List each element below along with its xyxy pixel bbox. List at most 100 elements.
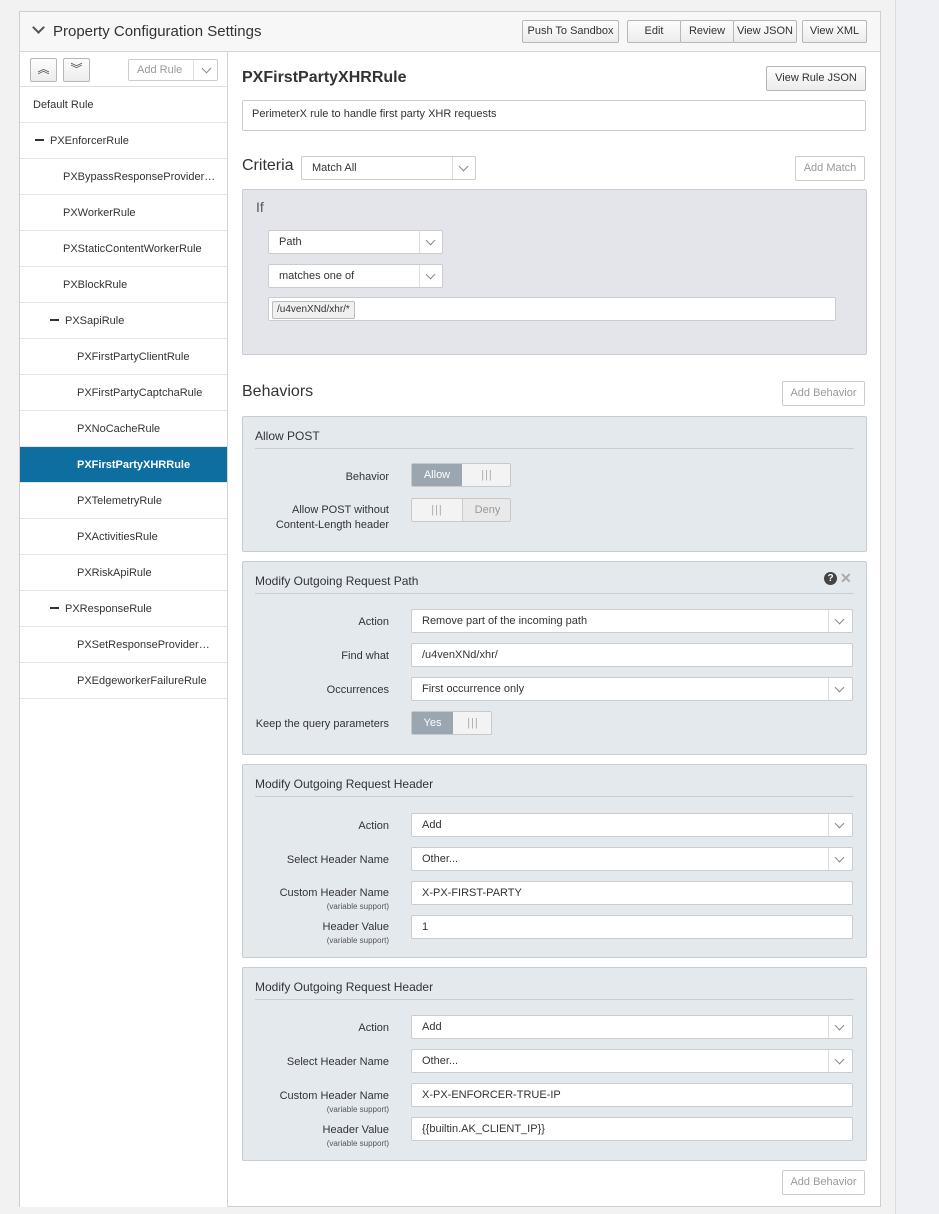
header-value-input-2[interactable]: {{builtin.AK_CLIENT_IP}}	[411, 1117, 853, 1141]
collapse-minus-icon[interactable]	[35, 139, 44, 142]
collapse-all-button[interactable]: ︽	[30, 58, 57, 82]
add-rule-dropdown[interactable]: Add Rule	[128, 59, 218, 81]
allow-post-without-cl-label: Allow POST without Content-Length header	[276, 503, 389, 533]
path-action-select[interactable]: Remove part of the incoming path	[411, 609, 853, 633]
header-name-value-1: Other...	[422, 853, 459, 865]
find-what-input[interactable]: /u4venXNd/xhr/	[411, 643, 853, 667]
double-chevron-down-icon: ︾	[70, 62, 83, 76]
behaviors-heading: Behaviors	[242, 383, 314, 400]
match-mode-select[interactable]: Match All	[301, 156, 476, 180]
header-name-select-2[interactable]: Other...	[411, 1049, 853, 1073]
allow-post-without-cl-toggle[interactable]: ||| Deny	[411, 498, 511, 522]
property-config-panel: Property Configuration Settings Push To …	[19, 11, 881, 1207]
double-chevron-up-icon: ︽	[37, 62, 50, 76]
allow-post-without-cl-line1: Allow POST without	[291, 504, 389, 516]
header-action-value-2: Add	[422, 1021, 442, 1033]
push-to-sandbox-button[interactable]: Push To Sandbox	[522, 20, 619, 43]
occurrences-label: Occurrences	[326, 684, 389, 696]
header-action-label: Action	[358, 820, 389, 832]
sidebar-rule-item[interactable]: Default Rule	[20, 87, 227, 123]
header-name-value-2: Other...	[422, 1055, 459, 1067]
expand-all-button[interactable]: ︾	[63, 58, 90, 82]
allow-post-toggle[interactable]: Allow |||	[411, 463, 511, 487]
variable-support-note: (variable support)	[326, 936, 389, 945]
add-match-button[interactable]: Add Match	[795, 156, 865, 181]
sidebar-rule-label: PXNoCacheRule	[77, 423, 161, 435]
header-action-label: Action	[358, 1022, 389, 1034]
custom-header-name-input-2[interactable]: X-PX-ENFORCER-TRUE-IP	[411, 1083, 853, 1107]
chevron-down-icon[interactable]	[32, 21, 45, 34]
header-name-select-1[interactable]: Other...	[411, 847, 853, 871]
sidebar-rule-item[interactable]: PXFirstPartyClientRule	[20, 339, 227, 375]
allow-post-title: Allow POST	[255, 429, 320, 443]
sidebar-rule-item[interactable]: PXStaticContentWorkerRule	[20, 231, 227, 267]
add-behavior-button-bottom[interactable]: Add Behavior	[782, 1170, 865, 1195]
find-what-label: Find what	[341, 650, 389, 662]
variable-support-note: (variable support)	[326, 902, 389, 911]
if-label: If	[256, 199, 264, 215]
sidebar-rule-label: PXTelemetryRule	[77, 495, 162, 507]
chevron-down-icon	[834, 1054, 845, 1065]
header-value-input-1[interactable]: 1	[411, 915, 853, 939]
toggle-allow: Allow	[412, 464, 462, 486]
toggle-grip: |||	[453, 712, 491, 734]
chevron-down-icon	[834, 614, 845, 625]
sidebar-rule-item[interactable]: PXActivitiesRule	[20, 519, 227, 555]
chevron-down-icon	[834, 1020, 845, 1031]
view-xml-button[interactable]: View XML	[802, 20, 867, 43]
sidebar-rule-item[interactable]: PXResponseRule	[20, 591, 227, 627]
add-behavior-button-top[interactable]: Add Behavior	[782, 381, 865, 406]
sidebar-rule-label: PXWorkerRule	[63, 207, 136, 219]
chevron-down-icon	[834, 682, 845, 693]
toggle-yes: Yes	[412, 712, 453, 734]
sidebar-rule-item[interactable]: PXTelemetryRule	[20, 483, 227, 519]
select-header-name-label: Select Header Name	[286, 854, 389, 866]
sidebar-rule-item[interactable]: PXWorkerRule	[20, 195, 227, 231]
chevron-down-icon	[425, 235, 436, 246]
criteria-value-tag[interactable]: /u4venXNd/xhr/*	[272, 301, 355, 319]
view-json-button[interactable]: View JSON	[733, 20, 797, 43]
rule-description-input[interactable]: PerimeterX rule to handle first party XH…	[242, 100, 866, 131]
custom-header-name-input-1[interactable]: X-PX-FIRST-PARTY	[411, 881, 853, 905]
collapse-minus-icon[interactable]	[50, 607, 59, 610]
sidebar-rule-label: PXFirstPartyCaptchaRule	[77, 387, 203, 399]
path-action-value: Remove part of the incoming path	[422, 615, 588, 627]
toggle-deny: Deny	[462, 499, 510, 521]
toggle-grip: |||	[462, 464, 510, 486]
custom-header-name-text: Custom Header Name	[279, 1090, 389, 1102]
criteria-field-select[interactable]: Path	[268, 230, 443, 254]
sidebar-rule-item[interactable]: PXRiskApiRule	[20, 555, 227, 591]
review-button[interactable]: Review	[680, 20, 734, 43]
match-mode-value: Match All	[312, 162, 357, 174]
right-scroll-strip	[895, 0, 939, 1214]
sidebar-rule-item[interactable]: PXEdgeworkerFailureRule	[20, 663, 227, 699]
modify-header-box-1: Modify Outgoing Request Header Action Ad…	[242, 764, 867, 958]
rule-title: PXFirstPartyXHRRule	[242, 69, 407, 86]
keep-query-toggle[interactable]: Yes |||	[411, 711, 492, 735]
header-action-select-1[interactable]: Add	[411, 813, 853, 837]
edit-button[interactable]: Edit	[627, 20, 681, 43]
view-rule-json-button[interactable]: View Rule JSON	[766, 66, 866, 91]
sidebar-rule-item[interactable]: PXSapiRule	[20, 303, 227, 339]
help-icon[interactable]: ?	[824, 572, 837, 585]
header-action-value-1: Add	[422, 819, 442, 831]
close-icon[interactable]: ✕	[840, 570, 852, 587]
sidebar-rule-item[interactable]: PXBypassResponseProviderRule	[20, 159, 227, 195]
modify-header-title-2: Modify Outgoing Request Header	[255, 980, 434, 994]
add-rule-label: Add Rule	[137, 64, 183, 76]
collapse-minus-icon[interactable]	[50, 319, 59, 322]
sidebar-rule-item[interactable]: PXNoCacheRule	[20, 411, 227, 447]
criteria-value-input[interactable]: /u4venXNd/xhr/*	[268, 297, 836, 321]
sidebar-rule-item[interactable]: PXFirstPartyCaptchaRule	[20, 375, 227, 411]
panel-header: Property Configuration Settings Push To …	[20, 12, 880, 52]
header-action-select-2[interactable]: Add	[411, 1015, 853, 1039]
criteria-operator-select[interactable]: matches one of	[268, 264, 443, 288]
sidebar-rule-label: PXStaticContentWorkerRule	[63, 243, 202, 255]
occurrences-select[interactable]: First occurrence only	[411, 677, 853, 701]
sidebar-rule-item[interactable]: PXFirstPartyXHRRule	[20, 447, 227, 483]
sidebar-rule-item[interactable]: PXBlockRule	[20, 267, 227, 303]
criteria-box: If Path matches one of /u4venXNd/xhr/*	[242, 189, 867, 355]
variable-support-note: (variable support)	[326, 1105, 389, 1114]
sidebar-rule-item[interactable]: PXSetResponseProviderRule	[20, 627, 227, 663]
sidebar-rule-item[interactable]: PXEnforcerRule	[20, 123, 227, 159]
